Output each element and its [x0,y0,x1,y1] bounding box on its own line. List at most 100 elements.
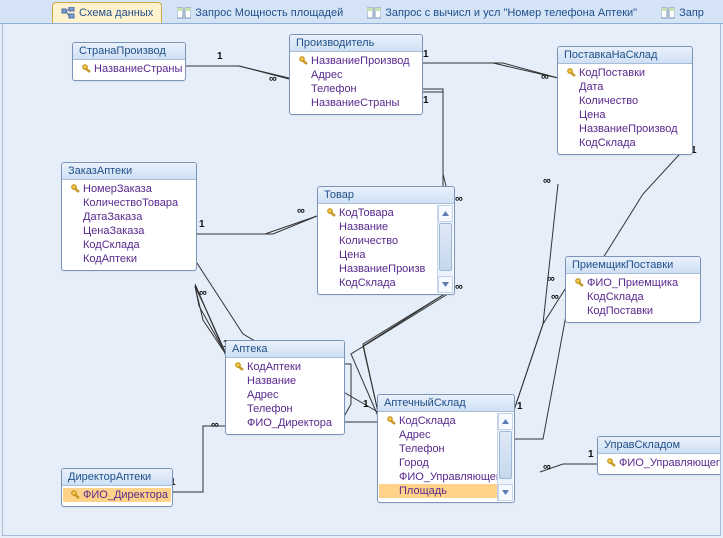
tab-query-3[interactable]: Запр [652,2,713,23]
table-field[interactable]: Цена [319,248,453,262]
table-field[interactable]: Город [379,456,513,470]
scrollbar-vertical[interactable] [437,205,453,293]
table-field[interactable]: НазваниеПроизвод [559,122,691,136]
table-title[interactable]: ЗаказАптеки [62,163,196,180]
primary-key-icon [565,68,579,78]
table-director[interactable]: ДиректорАптеки ФИО_Директора [61,468,173,507]
card-inf: ∞ [269,74,277,85]
table-field[interactable]: ДатаЗаказа [63,210,195,224]
table-field[interactable]: НазваниеСтраны [74,62,184,76]
card-inf: ∞ [455,282,463,293]
table-pharmacy[interactable]: Аптека КодАптекиНазваниеАдресТелефонФИО_Д… [225,340,345,435]
table-field[interactable]: КодПоставки [567,304,699,318]
scrollbar-down-button[interactable] [498,484,513,501]
table-title[interactable]: ДиректорАптеки [62,469,172,486]
field-name: Дата [579,81,603,93]
table-field[interactable]: НомерЗаказа [63,182,195,196]
table-field[interactable]: Дата [559,80,691,94]
field-name: КоличествоТовара [83,197,178,209]
scrollbar-track[interactable] [498,430,513,484]
table-field-list: КодСкладаАдресТелефонГородФИО_Управляюще… [378,412,514,502]
tab-query-2[interactable]: Запрос с вычисл и усл "Номер телефона Ап… [358,2,646,23]
table-field[interactable]: ЦенаЗаказа [63,224,195,238]
tab-query-1[interactable]: Запрос Мощность площадей [168,2,352,23]
tab-schema[interactable]: Схема данных [52,2,162,23]
primary-key-icon [297,56,311,66]
table-field[interactable]: Телефон [379,442,513,456]
table-title[interactable]: УправСкладом [598,437,721,454]
table-field[interactable]: Телефон [227,402,343,416]
table-field[interactable]: НазваниеПроизвод [291,54,421,68]
table-field-list: КодТовараНазваниеКоличествоЦенаНазваниеП… [318,204,454,294]
table-field[interactable]: Название [319,220,453,234]
table-title[interactable]: СтранаПроизвод [73,43,185,60]
table-field[interactable]: Телефон [291,82,421,96]
tab-label: Запр [679,7,704,19]
scrollbar-up-button[interactable] [498,413,513,430]
field-name: НомерЗаказа [83,183,152,195]
table-field[interactable]: КодСклада [567,290,699,304]
table-field[interactable]: ФИО_Управляющего [379,470,513,484]
card-1: 1 [363,400,369,410]
table-field[interactable]: Адрес [291,68,421,82]
field-name: КодСклада [579,137,636,149]
card-1: 1 [423,96,429,106]
primary-key-icon [69,490,83,500]
table-field[interactable]: Адрес [379,428,513,442]
table-field[interactable]: Адрес [227,388,343,402]
table-field[interactable]: Цена [559,108,691,122]
table-title[interactable]: Производитель [290,35,422,52]
table-field[interactable]: ФИО_Директора [63,488,171,502]
table-field[interactable]: НазваниеПроизв [319,262,453,276]
table-field[interactable]: ФИО_Приемщика [567,276,699,290]
table-field[interactable]: Площадь [379,484,513,498]
table-title[interactable]: АптечныйСклад [378,395,514,412]
table-field[interactable]: КодТовара [319,206,453,220]
table-field[interactable]: ФИО_Управляющего [599,456,721,470]
table-manufacturer[interactable]: ПроизводительНазваниеПроизводАдресТелефо… [289,34,423,115]
table-field[interactable]: ФИО_Директора [227,416,343,430]
table-field[interactable]: Название [227,374,343,388]
table-field[interactable]: КодАптеки [63,252,195,266]
table-field-list: НазваниеПроизводАдресТелефонНазваниеСтра… [290,52,422,114]
scrollbar-up-button[interactable] [438,205,453,222]
card-1: 1 [517,402,523,412]
table-product[interactable]: Товар КодТовараНазваниеКоличествоЦенаНаз… [317,186,455,295]
schema-canvas[interactable]: 1 ∞ 1 ∞ 1 ∞ 1 ∞ 1 ∞ 1 ∞ 1 ∞ 1 ∞ 1 ∞ 1 ∞ … [2,24,721,536]
table-field[interactable]: КоличествоТовара [63,196,195,210]
table-field[interactable]: НазваниеСтраны [291,96,421,110]
tab-label: Схема данных [79,7,153,19]
table-title[interactable]: ПоставкаНаСклад [558,47,692,64]
table-manager[interactable]: УправСкладом ФИО_Управляющего [597,436,721,475]
table-field[interactable]: КодСклада [63,238,195,252]
scrollbar-thumb[interactable] [499,431,512,479]
table-title[interactable]: Аптека [226,341,344,358]
table-country[interactable]: СтранаПроизвод НазваниеСтраны [72,42,186,81]
table-field-list: КодПоставкиДатаКоличествоЦенаНазваниеПро… [558,64,692,154]
table-field[interactable]: Количество [559,94,691,108]
scrollbar-track[interactable] [438,222,453,276]
scrollbar-thumb[interactable] [439,223,452,271]
field-name: Адрес [399,429,431,441]
table-field[interactable]: КодАптеки [227,360,343,374]
table-field[interactable]: Количество [319,234,453,248]
primary-key-icon [573,278,587,288]
table-title[interactable]: ПриемщикПоставки [566,257,700,274]
field-name: КодСклада [83,239,140,251]
tab-label: Запрос Мощность площадей [195,7,343,19]
query-icon [661,7,675,19]
table-field[interactable]: КодПоставки [559,66,691,80]
table-order[interactable]: ЗаказАптеки НомерЗаказа КоличествоТовараДа… [61,162,197,271]
table-warehouse[interactable]: АптечныйСклад КодСкладаАдресТелефонГород… [377,394,515,503]
card-inf: ∞ [543,462,551,473]
field-name: ФИО_Управляющего [399,471,506,483]
table-field[interactable]: КодСклада [379,414,513,428]
table-title[interactable]: Товар [318,187,454,204]
scrollbar-down-button[interactable] [438,276,453,293]
field-name: ФИО_Управляющего [619,457,721,469]
scrollbar-vertical[interactable] [497,413,513,501]
table-field[interactable]: КодСклада [319,276,453,290]
table-field[interactable]: КодСклада [559,136,691,150]
table-receiver[interactable]: ПриемщикПоставки ФИО_ПриемщикаКодСкладаКо… [565,256,701,323]
table-supply[interactable]: ПоставкаНаСкладКодПоставкиДатаКоличество… [557,46,693,155]
